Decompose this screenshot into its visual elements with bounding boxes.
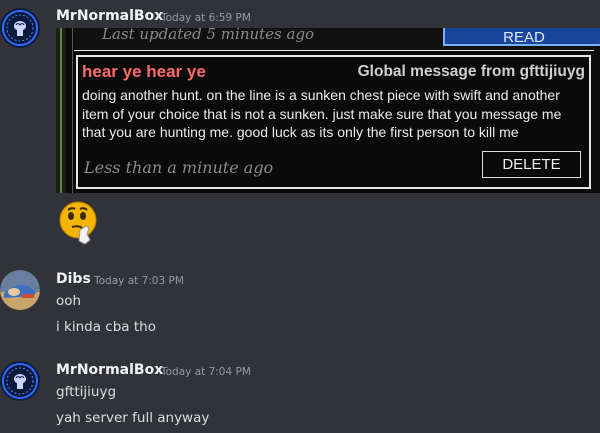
global-message-box: hear ye hear ye Global message from gftt… [76, 55, 591, 189]
message-text: yah server full anyway [56, 410, 210, 426]
global-message-from: Global message from gfttijiuyg [357, 63, 585, 80]
author-name[interactable]: Dibs [56, 271, 91, 287]
border-decoration-line [60, 28, 62, 193]
message-timestamp: Today at 7:03 PM [94, 275, 184, 287]
dibs-avatar-icon [0, 270, 40, 310]
global-message-title: hear ye hear ye [82, 62, 206, 81]
message-text: ooh [56, 293, 82, 309]
border-decoration-line [72, 28, 73, 193]
delete-button: DELETE [482, 151, 581, 178]
thinking-emoji-icon[interactable] [58, 200, 98, 246]
message-timestamp: Today at 6:59 PM [161, 12, 251, 24]
read-button: READ [443, 28, 600, 46]
brain-circle-icon [0, 361, 40, 401]
avatar[interactable] [0, 270, 40, 310]
message-timestamp: Today at 7:04 PM [161, 366, 251, 378]
global-message-time: Less than a minute ago [84, 158, 274, 177]
avatar[interactable] [0, 8, 40, 48]
previous-message-panel: Last updated 5 minutes ago READ [74, 28, 600, 51]
image-attachment[interactable]: Last updated 5 minutes ago READ hear ye … [56, 28, 600, 193]
author-name[interactable]: MrNormalBox [56, 8, 163, 24]
brain-circle-icon [0, 8, 40, 48]
global-message-body: doing another hunt. on the line is a sun… [82, 87, 562, 140]
avatar[interactable] [0, 361, 40, 401]
message-text: gfttijiuyg [56, 384, 117, 400]
last-updated-text: Last updated 5 minutes ago [102, 28, 315, 43]
message-text: i kinda cba tho [56, 319, 156, 335]
author-name[interactable]: MrNormalBox [56, 362, 163, 378]
